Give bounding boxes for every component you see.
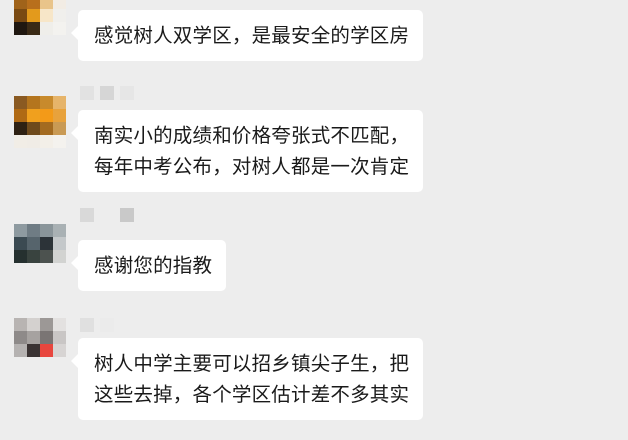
avatar-pixel [14,9,27,22]
avatar-pixel [27,318,40,331]
avatar-pixel [27,35,40,48]
avatar-pixel [14,135,27,148]
avatar-pixel [40,96,53,109]
avatar-pixel [14,35,27,48]
message-bubble[interactable]: 感谢您的指教 [70,240,227,291]
avatar-pixel [27,109,40,122]
avatar-pixel [27,357,40,370]
avatar-pixel [14,109,27,122]
avatar-pixel [27,96,40,109]
avatar-pixel [40,109,53,122]
avatar-pixel [53,35,66,48]
message-bubble[interactable]: 感觉树人双学区，是最安全的学区房 [70,10,424,61]
avatar-pixel [40,122,53,135]
message-text-line: 南实小的成绩和价格夸张式不匹配， [94,124,410,147]
sender-name-redacted [80,318,114,334]
avatar-pixel [14,331,27,344]
avatar-pixel [27,237,40,250]
avatar-pixel [53,357,66,370]
avatar-pixel [53,237,66,250]
avatar-pixel [53,96,66,109]
chat-message-list: 感觉树人双学区，是最安全的学区房 南实小的成绩和价格夸张式不匹配， 每年中考公布… [0,0,628,440]
avatar-pixel [40,35,53,48]
avatar-pixel [53,135,66,148]
message-text-line: 每年中考公布，对树人都是一次肯定 [94,155,410,178]
avatar-pixel [27,344,40,357]
avatar-pixel [14,357,27,370]
message-text-line: 这些去掉，各个学区估计差不多其实 [94,383,410,406]
avatar-pixel [40,344,53,357]
avatar-pixel [53,250,66,263]
avatar-pixel [14,22,27,35]
avatar-pixel [53,224,66,237]
avatar-pixel [53,331,66,344]
sender-avatar[interactable] [14,318,66,370]
avatar-pixel [40,357,53,370]
avatar-pixel [40,224,53,237]
avatar-pixel [40,318,53,331]
avatar-pixel [14,250,27,263]
avatar-pixel [27,331,40,344]
avatar-pixel [53,318,66,331]
avatar-pixel [14,224,27,237]
message-text-line: 感觉树人双学区，是最安全的学区房 [94,24,410,47]
avatar-pixel [53,263,66,276]
message-text-line: 树人中学主要可以招乡镇尖子生，把 [94,352,410,375]
avatar-pixel [27,224,40,237]
avatar-pixel [53,9,66,22]
message-bubble[interactable]: 树人中学主要可以招乡镇尖子生，把 这些去掉，各个学区估计差不多其实 [70,338,424,420]
avatar-pixel [53,344,66,357]
avatar-pixel [27,22,40,35]
avatar-pixel [14,318,27,331]
sender-name-redacted [80,86,134,102]
avatar-pixel [14,344,27,357]
avatar-pixel [14,263,27,276]
message-text-line: 感谢您的指教 [94,254,213,277]
message-bubble[interactable]: 南实小的成绩和价格夸张式不匹配， 每年中考公布，对树人都是一次肯定 [70,110,424,192]
avatar-pixel [27,250,40,263]
avatar-pixel [53,22,66,35]
avatar-pixel [53,122,66,135]
avatar-pixel [53,0,66,9]
avatar-pixel [27,135,40,148]
sender-avatar[interactable] [14,224,66,276]
avatar-pixel [40,263,53,276]
avatar-pixel [40,135,53,148]
avatar-pixel [14,122,27,135]
avatar-pixel [14,237,27,250]
avatar-pixel [27,0,40,9]
avatar-pixel [40,22,53,35]
avatar-pixel [40,237,53,250]
avatar-pixel [14,96,27,109]
avatar-pixel [40,9,53,22]
avatar-pixel [40,331,53,344]
avatar-pixel [27,122,40,135]
avatar-pixel [27,263,40,276]
avatar-pixel [53,109,66,122]
sender-avatar[interactable] [14,0,66,48]
sender-name-redacted [80,208,134,224]
avatar-pixel [14,0,27,9]
sender-avatar[interactable] [14,96,66,148]
avatar-pixel [27,9,40,22]
avatar-pixel [40,0,53,9]
avatar-pixel [40,250,53,263]
